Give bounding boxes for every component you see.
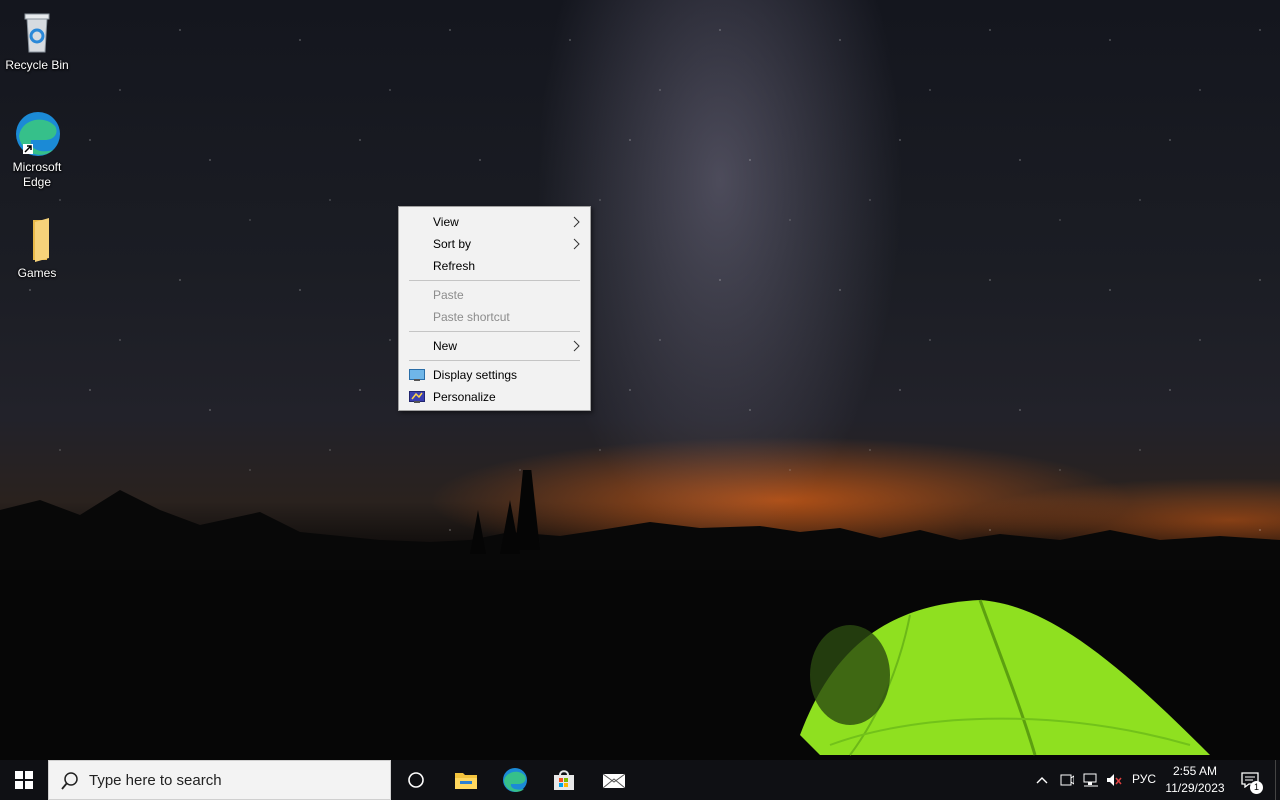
desktop-icon-label: Games — [17, 266, 57, 280]
chevron-right-icon — [573, 216, 580, 228]
store-button[interactable] — [540, 760, 588, 800]
menu-item-view[interactable]: View — [399, 211, 590, 233]
folder-icon — [13, 216, 61, 264]
menu-item-display-settings[interactable]: Display settings — [399, 364, 590, 386]
menu-item-sort-by[interactable]: Sort by — [399, 233, 590, 255]
search-placeholder: Type here to search — [89, 772, 222, 789]
clock[interactable]: 2:55 AM 11/29/2023 — [1160, 763, 1230, 797]
edge-taskbar-button[interactable] — [491, 760, 539, 800]
menu-item-refresh[interactable]: Refresh — [399, 255, 590, 277]
desktop-context-menu: View Sort by Refresh Paste Paste shortcu… — [398, 206, 591, 411]
network-button[interactable] — [1081, 760, 1101, 800]
desktop-icon-games[interactable]: Games — [0, 216, 74, 281]
desktop-icon-label: Microsoft Edge — [12, 160, 62, 189]
desktop-icon-label: Recycle Bin — [5, 58, 69, 72]
volume-button[interactable] — [1104, 760, 1124, 800]
menu-item-label: Refresh — [433, 259, 476, 273]
volume-muted-icon — [1107, 774, 1122, 786]
desktop-icon-microsoft-edge[interactable]: Microsoft Edge — [0, 110, 74, 190]
input-language-indicator[interactable]: РУС — [1132, 772, 1156, 786]
clock-time: 2:55 AM — [1172, 764, 1218, 778]
meet-now-button[interactable] — [1058, 760, 1076, 800]
edge-icon — [13, 110, 61, 158]
clock-date: 11/29/2023 — [1165, 781, 1225, 795]
file-explorer-icon — [455, 773, 477, 789]
edge-icon — [503, 768, 527, 792]
menu-separator — [409, 331, 580, 332]
show-hidden-icons-button[interactable] — [1034, 760, 1050, 800]
chevron-right-icon — [573, 340, 580, 352]
notification-count-badge: 1 — [1250, 781, 1263, 794]
windows-logo-icon — [15, 771, 33, 789]
desktop-icon-recycle-bin[interactable]: Recycle Bin — [0, 8, 74, 73]
recycle-bin-icon — [13, 8, 61, 56]
file-explorer-button[interactable] — [442, 760, 490, 800]
menu-separator — [409, 360, 580, 361]
menu-item-label: Paste shortcut — [433, 310, 510, 324]
menu-item-paste[interactable]: Paste — [399, 284, 590, 306]
task-view-button[interactable] — [392, 760, 440, 800]
action-center-button[interactable]: 1 — [1234, 760, 1266, 800]
taskbar-search-box[interactable]: Type here to search — [48, 760, 391, 800]
chevron-up-icon — [1036, 777, 1048, 784]
network-icon — [1083, 773, 1098, 787]
menu-item-label: New — [433, 339, 458, 353]
menu-item-label: Paste — [433, 288, 464, 302]
task-view-icon — [408, 772, 424, 788]
menu-item-label: Sort by — [433, 237, 472, 251]
desktop-wallpaper[interactable] — [0, 0, 1280, 760]
display-settings-icon — [409, 369, 425, 381]
tent-illustration — [800, 599, 1210, 756]
menu-separator — [409, 280, 580, 281]
search-icon — [61, 772, 78, 790]
chevron-right-icon — [573, 238, 580, 250]
store-icon — [554, 770, 574, 790]
mail-button[interactable] — [590, 760, 638, 800]
menu-item-label: Personalize — [433, 390, 496, 404]
menu-item-paste-shortcut[interactable]: Paste shortcut — [399, 306, 590, 328]
start-button[interactable] — [0, 760, 48, 800]
meet-now-icon — [1060, 774, 1074, 786]
menu-item-personalize[interactable]: Personalize — [399, 386, 590, 408]
personalize-icon — [409, 391, 425, 403]
menu-item-new[interactable]: New — [399, 335, 590, 357]
menu-item-label: Display settings — [433, 368, 518, 382]
menu-item-label: View — [433, 215, 459, 229]
mail-icon — [602, 773, 626, 789]
show-desktop-button[interactable] — [1275, 760, 1280, 800]
